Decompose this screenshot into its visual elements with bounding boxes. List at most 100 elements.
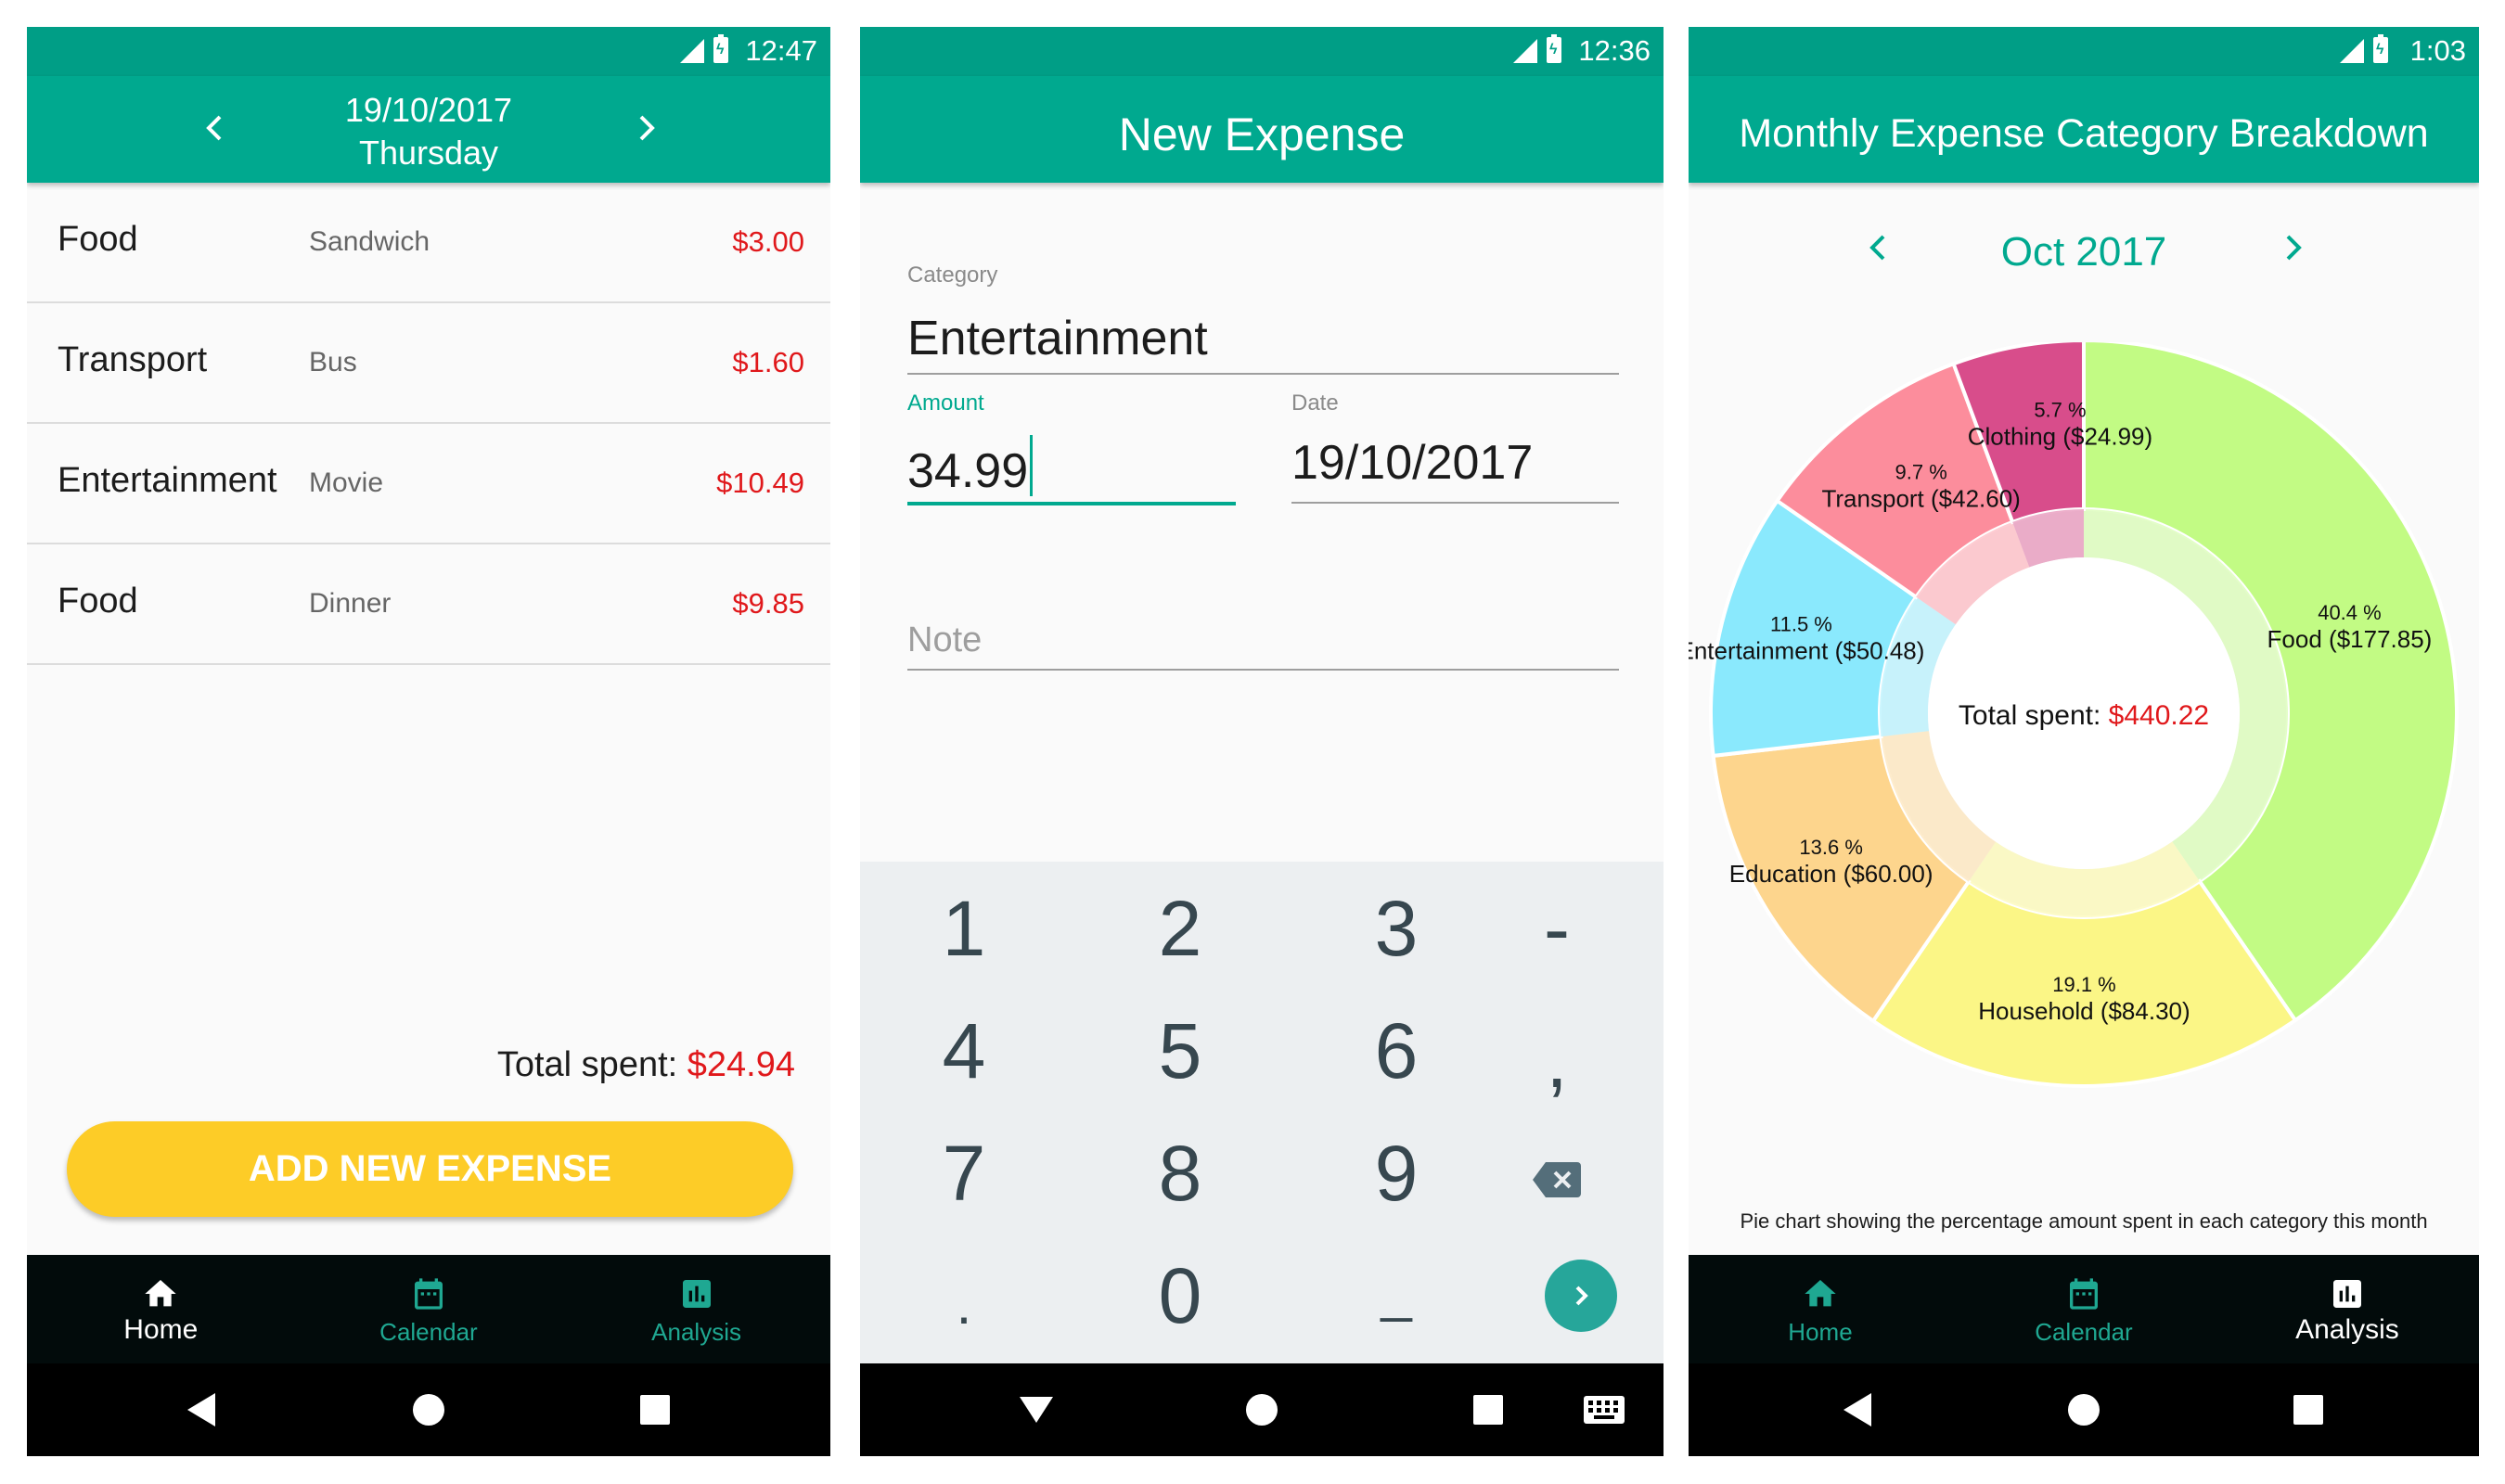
battery-charging-icon: ϟ: [1547, 34, 1561, 63]
key-7[interactable]: 7: [871, 1118, 1057, 1229]
chevron-right-icon: [1575, 1286, 1588, 1306]
date-field[interactable]: 19/10/2017: [1291, 435, 1533, 491]
back-icon[interactable]: [157, 1363, 250, 1456]
list-item[interactable]: Food Dinner $9.85: [27, 544, 830, 665]
expense-amount: $3.00: [732, 225, 804, 258]
nav-calendar-label: Calendar: [2035, 1318, 2133, 1346]
recents-icon[interactable]: [609, 1363, 701, 1456]
hide-keyboard-icon[interactable]: [990, 1363, 1083, 1456]
date-label: Date: [1291, 390, 1339, 416]
backspace-key[interactable]: [1483, 1118, 1631, 1229]
key-9[interactable]: 9: [1304, 1118, 1489, 1229]
slice-name-label-food: Food ($177.85): [2267, 625, 2433, 653]
calendar-icon: [414, 1278, 443, 1310]
key-dot[interactable]: .: [871, 1249, 1057, 1361]
key-3[interactable]: 3: [1304, 873, 1489, 984]
system-navigation-bar: [860, 1363, 1664, 1456]
status-bar: ϟ 1:03: [1689, 27, 2479, 76]
battery-charging-icon: ϟ: [713, 34, 728, 63]
home-icon: [145, 1280, 176, 1307]
lte-signal-icon: [2340, 37, 2364, 63]
key-1[interactable]: 1: [871, 873, 1057, 984]
slice-name-label-transport: Transport ($42.60): [1821, 485, 2020, 513]
key-space[interactable]: _: [1304, 1236, 1489, 1348]
slice-percent-label-education: 13.6 %: [1799, 836, 1863, 859]
list-item[interactable]: Transport Bus $1.60: [27, 303, 830, 424]
nav-calendar[interactable]: Calendar: [1952, 1255, 2216, 1363]
expense-note: Dinner: [309, 588, 392, 619]
list-item[interactable]: Entertainment Movie $10.49: [27, 424, 830, 544]
slice-percent-label-food: 40.4 %: [2318, 601, 2382, 624]
slice-percent-label-transport: 9.7 %: [1895, 461, 1947, 484]
page-title: Monthly Expense Category Breakdown: [1739, 111, 2429, 156]
nav-home[interactable]: Home: [27, 1255, 295, 1363]
chevron-right-icon[interactable]: [636, 109, 660, 147]
note-underline: [907, 669, 1619, 671]
expense-category: Entertainment: [58, 461, 277, 500]
total-spent-value: $24.94: [687, 1045, 795, 1084]
add-new-expense-button[interactable]: ADD NEW EXPENSE: [67, 1121, 793, 1217]
nav-analysis-label: Analysis: [651, 1318, 741, 1346]
category-label: Category: [907, 262, 998, 288]
month-label: Oct 2017: [2000, 229, 2167, 275]
recents-icon[interactable]: [2262, 1363, 2355, 1456]
status-time: 12:47: [745, 34, 817, 67]
recents-icon[interactable]: [1442, 1363, 1535, 1456]
key-5[interactable]: 5: [1087, 995, 1273, 1107]
keyboard-switch-icon[interactable]: [1558, 1363, 1651, 1456]
amount-field[interactable]: 34.99: [907, 435, 1034, 499]
expense-amount: $10.49: [716, 467, 804, 499]
nav-home[interactable]: Home: [1689, 1255, 1952, 1363]
key-comma[interactable]: ,: [1483, 1004, 1631, 1116]
expense-category: Food: [58, 220, 138, 259]
expense-note: Bus: [309, 347, 357, 377]
amount-value: 34.99: [907, 444, 1029, 498]
date-header: 19/10/2017 Thursday: [27, 76, 830, 183]
go-next-button[interactable]: [1545, 1260, 1617, 1332]
system-navigation-bar: [27, 1363, 830, 1456]
text-cursor: [1030, 435, 1034, 496]
expense-amount: $1.60: [732, 346, 804, 378]
nav-home-label: Home: [1788, 1318, 1853, 1346]
category-field[interactable]: Entertainment: [907, 311, 1208, 366]
key-0[interactable]: 0: [1087, 1240, 1273, 1351]
nav-calendar[interactable]: Calendar: [295, 1255, 563, 1363]
slice-percent-label-clothing: 5.7 %: [2034, 398, 2086, 421]
status-bar: ϟ 12:47: [27, 27, 830, 76]
home-icon: [1805, 1280, 1836, 1307]
back-icon[interactable]: [1813, 1363, 1906, 1456]
system-navigation-bar: [1689, 1363, 2479, 1456]
lte-signal-icon: [1513, 37, 1537, 63]
key-2[interactable]: 2: [1087, 873, 1273, 984]
lte-signal-icon: [680, 37, 704, 63]
key-6[interactable]: 6: [1304, 995, 1489, 1107]
nav-analysis[interactable]: Analysis: [562, 1255, 830, 1363]
expense-note: Movie: [309, 467, 384, 498]
calendar-icon: [2069, 1278, 2098, 1310]
analysis-screen: ϟ 1:03 Monthly Expense Category Breakdow…: [1689, 27, 2479, 1456]
analysis-chart-icon: [682, 1280, 711, 1308]
home-screen: ϟ 12:47 19/10/2017 Thursday Food Sandwic…: [27, 27, 830, 1456]
key-minus[interactable]: -: [1483, 873, 1631, 984]
home-circle-icon[interactable]: [382, 1363, 475, 1456]
amount-underline: [907, 502, 1236, 505]
slice-percent-label-household: 19.1 %: [2052, 973, 2116, 996]
nav-calendar-label: Calendar: [379, 1318, 478, 1346]
key-4[interactable]: 4: [871, 995, 1057, 1107]
list-item[interactable]: Food Sandwich $3.00: [27, 183, 830, 303]
current-weekday: Thursday: [358, 134, 499, 172]
home-circle-icon[interactable]: [1215, 1363, 1308, 1456]
home-circle-icon[interactable]: [2037, 1363, 2130, 1456]
nav-analysis[interactable]: Analysis: [2216, 1255, 2479, 1363]
analysis-chart-icon: [2332, 1280, 2361, 1308]
total-spent-label: Total spent:: [496, 1045, 687, 1084]
key-8[interactable]: 8: [1087, 1118, 1273, 1229]
chart-center-total-value: $440.22: [2109, 700, 2209, 731]
total-spent: Total spent: $24.94: [497, 1045, 795, 1085]
note-field[interactable]: Note: [907, 620, 982, 660]
expense-note: Sandwich: [309, 226, 430, 257]
expense-category: Food: [58, 582, 138, 620]
backspace-icon: [1533, 1161, 1581, 1197]
chevron-right-icon[interactable]: [2282, 229, 2306, 266]
slice-name-label-clothing: Clothing ($24.99): [1968, 422, 2152, 450]
